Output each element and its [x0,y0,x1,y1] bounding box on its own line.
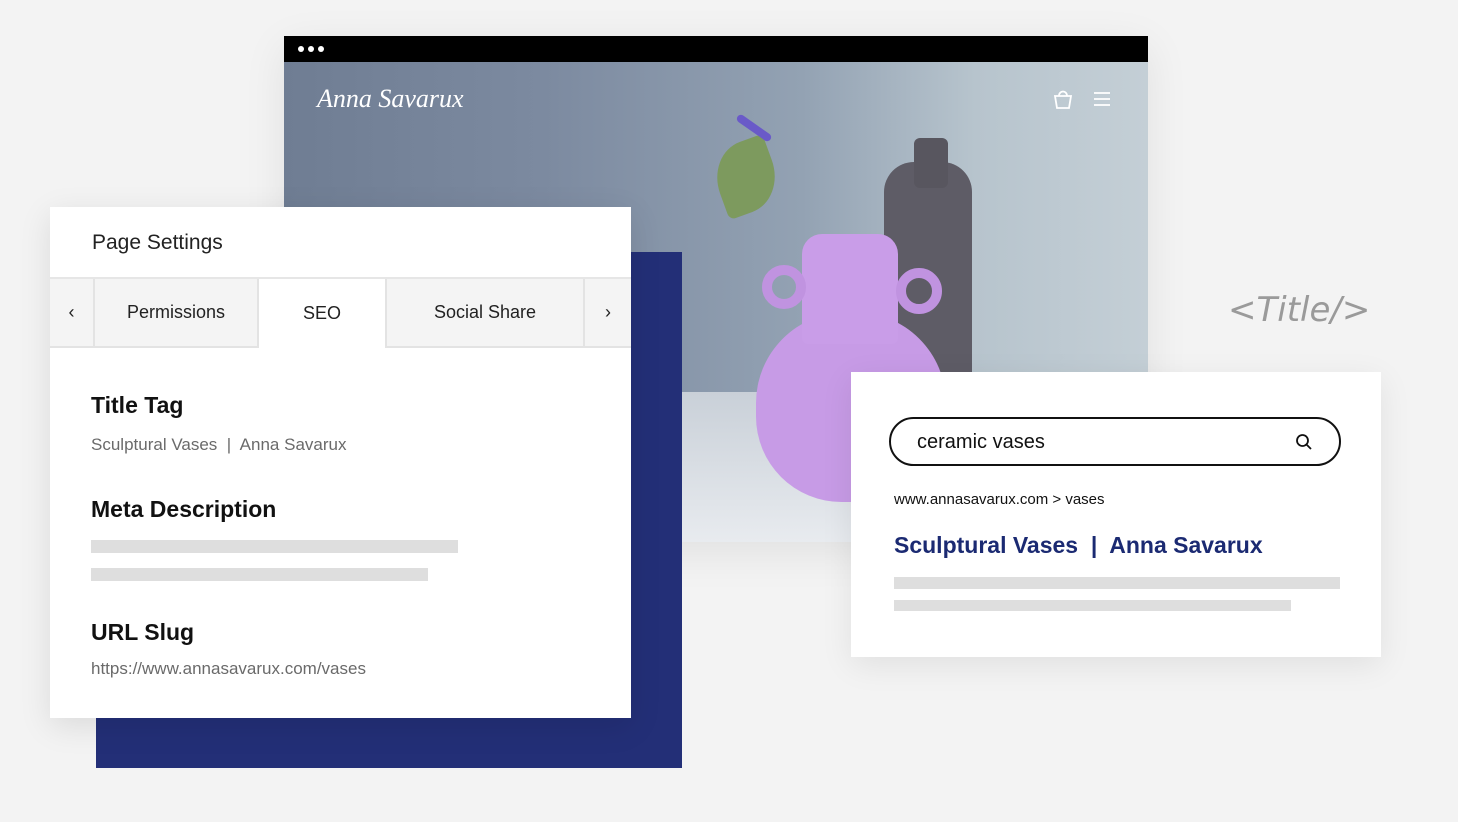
result-title-link[interactable]: Sculptural Vases | Anna Savarux [894,532,1263,559]
tab-bar: ‹ Permissions SEO Social Share › [50,277,631,348]
tab-social-share[interactable]: Social Share [387,279,585,348]
shopping-bag-icon[interactable] [1052,88,1074,110]
more-dots-icon [298,46,304,52]
title-tag-heading: Title Tag [91,392,184,418]
title-tag-value[interactable]: Sculptural Vases | Anna Savarux [91,435,346,455]
url-slug-heading: URL Slug [91,619,195,645]
more-dots-icon [308,46,314,52]
site-brand[interactable]: Anna Savarux [317,84,464,114]
more-dots-icon [318,46,324,52]
search-result-card: ceramic vases www.annasavarux.com > vase… [851,372,1381,657]
title-tag-label: <Title/> [1228,290,1371,330]
browser-top-bar [284,36,1148,62]
page-settings-panel: Page Settings ‹ Permissions SEO Social S… [50,207,631,718]
panel-title: Page Settings [92,231,223,254]
meta-placeholder-line [91,568,428,581]
meta-description-heading: Meta Description [91,496,277,522]
search-input[interactable]: ceramic vases [889,417,1341,466]
hamburger-menu-icon[interactable] [1092,90,1112,108]
tab-seo[interactable]: SEO [259,279,387,348]
grey-vase-neck [914,138,948,188]
tab-next-button[interactable]: › [585,279,631,348]
tab-prev-button[interactable]: ‹ [50,279,95,348]
purple-vase-neck [802,234,898,344]
tab-permissions[interactable]: Permissions [95,279,259,348]
search-icon[interactable] [1295,433,1313,451]
meta-placeholder-line [91,540,458,553]
leaf [705,133,787,221]
result-breadcrumb: www.annasavarux.com > vases [894,491,1105,508]
result-snippet-line [894,577,1340,589]
url-slug-value[interactable]: https://www.annasavarux.com/vases [91,659,366,679]
result-snippet-line [894,600,1291,611]
search-query: ceramic vases [917,431,1045,453]
vase-handle [762,265,806,309]
vase-handle [896,268,942,314]
